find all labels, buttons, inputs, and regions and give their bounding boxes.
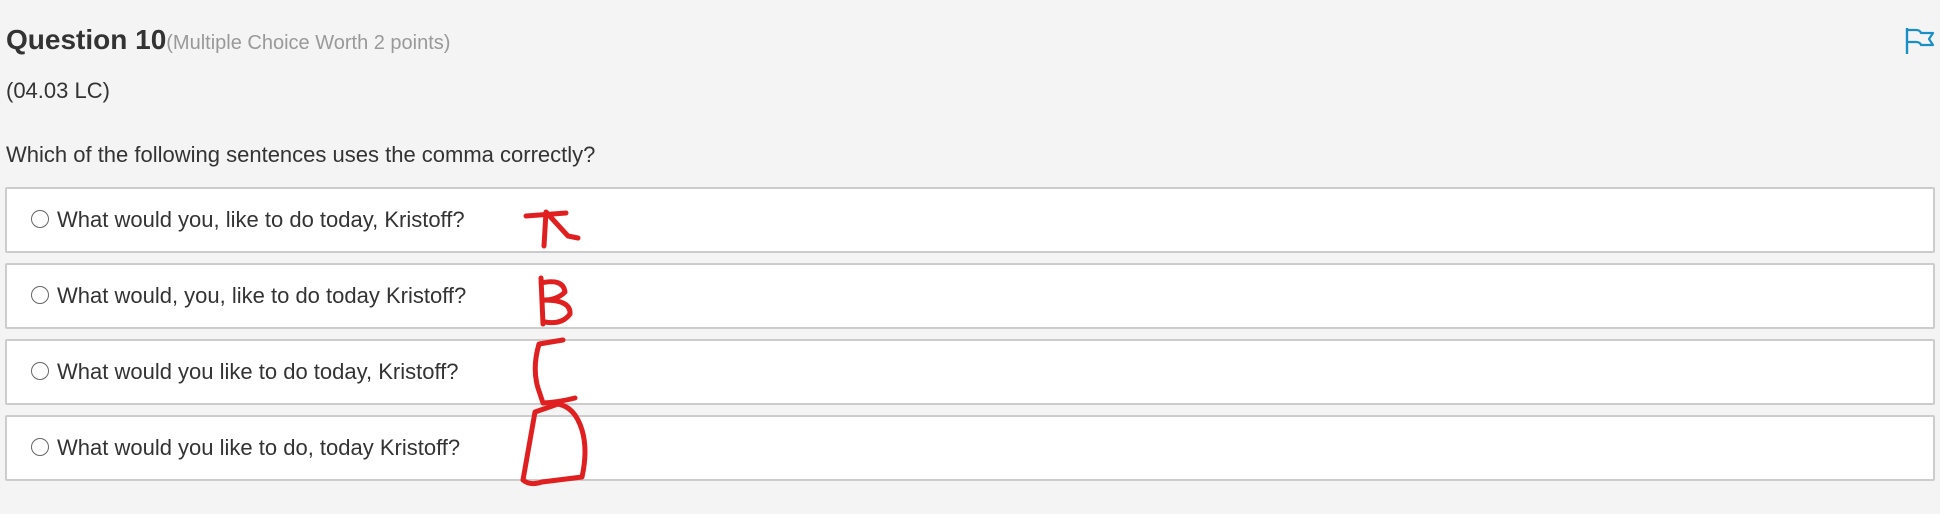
answer-option-d[interactable]: What would you like to do, today Kristof…	[5, 415, 1935, 481]
radio-circle-icon[interactable]	[31, 209, 49, 228]
answer-option-label: What would you, like to do today, Kristo…	[57, 207, 465, 232]
question-title: Question 10	[6, 24, 167, 55]
flag-icon[interactable]	[1904, 26, 1936, 56]
answer-option-label: What would you like to do, today Kristof…	[57, 435, 461, 460]
question-header: Question 10(Multiple Choice Worth 2 poin…	[6, 24, 450, 56]
answer-option-a[interactable]: What would you, like to do today, Kristo…	[5, 187, 1935, 253]
question-meta: (Multiple Choice Worth 2 points)	[166, 32, 451, 54]
radio-circle-icon[interactable]	[31, 437, 49, 456]
answer-options: What would you, like to do today, Kristo…	[5, 187, 1935, 491]
answer-option-b[interactable]: What would, you, like to do today Kristo…	[5, 263, 1935, 329]
question-code: (04.03 LC)	[6, 78, 110, 103]
answer-option-label: What would you like to do today, Kristof…	[57, 359, 459, 384]
radio-circle-icon[interactable]	[31, 361, 49, 380]
question-prompt: Which of the following sentences uses th…	[6, 142, 596, 167]
question-page: Question 10(Multiple Choice Worth 2 poin…	[0, 0, 1940, 514]
answer-option-c[interactable]: What would you like to do today, Kristof…	[5, 339, 1935, 405]
answer-option-label: What would, you, like to do today Kristo…	[57, 283, 467, 308]
radio-circle-icon[interactable]	[31, 285, 49, 304]
